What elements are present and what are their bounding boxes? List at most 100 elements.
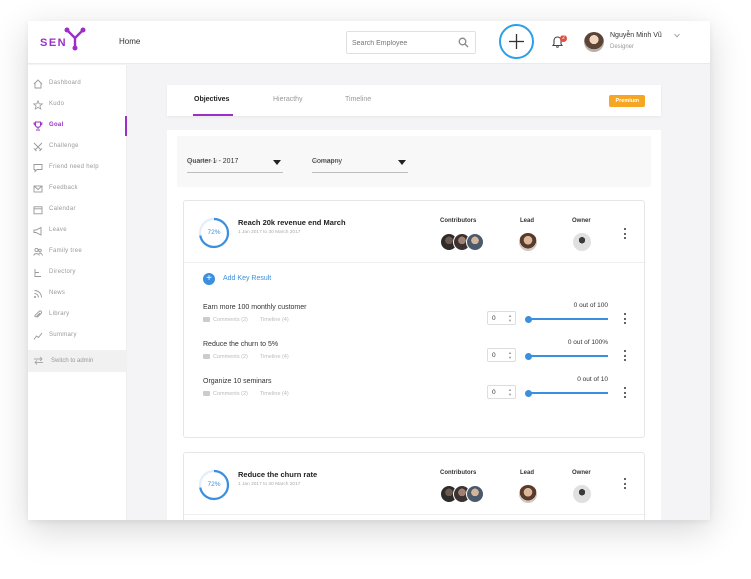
user-avatar[interactable] bbox=[584, 32, 604, 52]
logo[interactable]: SEN bbox=[40, 27, 86, 57]
quantity-stepper[interactable]: 0 ▲ ▼ bbox=[487, 385, 516, 399]
sidebar-item-feedback[interactable]: Feedback bbox=[28, 181, 127, 197]
star-icon bbox=[33, 100, 43, 110]
period-select[interactable]: View objective of Quarter 1 - 2017 bbox=[187, 149, 283, 173]
lead-avatar[interactable] bbox=[519, 485, 537, 503]
lead-avatar[interactable] bbox=[519, 233, 537, 251]
progress-slider[interactable] bbox=[525, 389, 608, 397]
key-result-row: Reduce the churn to 5% Comments (2) Timel… bbox=[184, 339, 646, 371]
sidebar-item-challenge[interactable]: Challenge bbox=[28, 139, 127, 155]
notification-badge: 2 bbox=[560, 35, 567, 42]
objective-header: 72% Reduce the churn rate 1 Jan 2017 to … bbox=[184, 453, 646, 515]
sidebar-item-label: Directory bbox=[49, 269, 76, 275]
select-underline bbox=[312, 172, 408, 173]
nav-home-link[interactable]: Home bbox=[119, 37, 140, 46]
key-result-progress-text: 0 out of 100% bbox=[567, 339, 608, 346]
timeline-link[interactable]: Timeline (4) bbox=[260, 317, 289, 323]
key-result-row: Organize 10 seminars Comments (2) Timelin… bbox=[184, 376, 646, 408]
sidebar-item-library[interactable]: Library bbox=[28, 307, 127, 323]
calendar-icon bbox=[33, 206, 43, 215]
stepper-value: 0 bbox=[492, 352, 496, 359]
objective-card: 72% Reduce the churn rate 1 Jan 2017 to … bbox=[183, 452, 646, 520]
sidebar-item-label: Leave bbox=[49, 227, 67, 233]
lead-label: Lead bbox=[520, 218, 535, 224]
lead-label: Lead bbox=[520, 470, 535, 476]
rss-icon bbox=[34, 290, 42, 298]
home-icon bbox=[33, 79, 43, 89]
key-result-row: Earn more 100 monthly customer Comments … bbox=[184, 302, 646, 334]
search-box[interactable] bbox=[346, 31, 476, 54]
sidebar-item-kudo[interactable]: Kudo bbox=[28, 97, 127, 113]
switch-to-admin[interactable]: Switch to admin bbox=[28, 350, 127, 372]
user-name[interactable]: Nguyễn Minh Vũ bbox=[610, 32, 662, 39]
objective-title[interactable]: Reach 20k revenue end March bbox=[238, 218, 346, 227]
sidebar-item-summary[interactable]: Summary bbox=[28, 328, 127, 344]
trophy-icon bbox=[33, 121, 43, 131]
progress-value: 72% bbox=[207, 229, 221, 236]
tab-timeline[interactable]: Timeline bbox=[345, 96, 371, 103]
sidebar-item-directory[interactable]: Directory bbox=[28, 265, 127, 281]
search-input[interactable] bbox=[352, 37, 452, 49]
sidebar-item-calendar[interactable]: Calendar bbox=[28, 202, 127, 218]
tab-hierarchy[interactable]: Hieracthy bbox=[273, 96, 303, 103]
sidebar-item-family-tree[interactable]: Family tree bbox=[28, 244, 127, 260]
key-result-meta: Comments (2) Timeline (4) bbox=[203, 354, 289, 360]
caret-down-icon bbox=[398, 160, 406, 165]
stepper-arrows-icon[interactable]: ▲ ▼ bbox=[508, 387, 512, 397]
sidebar-item-dashboard[interactable]: Dashboard bbox=[28, 76, 127, 92]
more-options-icon[interactable] bbox=[622, 228, 628, 240]
tree-icon bbox=[34, 269, 41, 277]
premium-badge[interactable]: Premium bbox=[609, 95, 645, 107]
top-bar: SEN Home Search Employee 2 Nguyễn Minh V… bbox=[28, 21, 710, 64]
comments-link[interactable]: Comments (2) bbox=[213, 354, 248, 360]
slider-handle[interactable] bbox=[525, 389, 532, 397]
sidebar-item-goal[interactable]: Goal bbox=[28, 116, 127, 136]
key-result-meta: Comments (2) Timeline (4) bbox=[203, 317, 289, 323]
plus-circle-icon: + bbox=[203, 273, 215, 285]
sidebar-item-label: Friend need help bbox=[49, 164, 99, 170]
contributors-avatars[interactable] bbox=[440, 233, 488, 251]
sidebar-item-leave[interactable]: Leave bbox=[28, 223, 127, 239]
owner-avatar[interactable] bbox=[573, 233, 591, 251]
sidebar-item-label: Library bbox=[49, 311, 70, 317]
stepper-arrows-icon[interactable]: ▲ ▼ bbox=[508, 313, 512, 323]
comment-icon bbox=[203, 317, 210, 323]
owner-avatar[interactable] bbox=[573, 485, 591, 503]
sidebar-item-friend-need-help[interactable]: Friend need help bbox=[28, 160, 127, 176]
quantity-stepper[interactable]: 0 ▲ ▼ bbox=[487, 348, 516, 362]
more-options-icon[interactable] bbox=[622, 478, 628, 490]
comments-link[interactable]: Comments (2) bbox=[213, 391, 248, 397]
stepper-arrows-icon[interactable]: ▲ ▼ bbox=[508, 350, 512, 360]
slider-handle[interactable] bbox=[525, 315, 532, 323]
more-options-icon[interactable] bbox=[622, 313, 628, 325]
contributors-label: Contributors bbox=[440, 470, 477, 476]
sidebar-item-label: Dashboard bbox=[49, 80, 82, 86]
swords-icon bbox=[33, 142, 43, 152]
more-options-icon[interactable] bbox=[622, 387, 628, 399]
timeline-link[interactable]: Timeline (4) bbox=[260, 354, 289, 360]
objective-date: 1 Jan 2017 to 30 March 2017 bbox=[238, 482, 301, 487]
timeline-link[interactable]: Timeline (4) bbox=[260, 391, 289, 397]
more-options-icon[interactable] bbox=[622, 350, 628, 362]
slider-handle[interactable] bbox=[525, 352, 532, 360]
add-button[interactable] bbox=[499, 24, 534, 59]
contributors-avatars[interactable] bbox=[440, 485, 488, 503]
caret-down-icon bbox=[273, 160, 281, 165]
objective-title[interactable]: Reduce the churn rate bbox=[238, 470, 317, 479]
objective-header: 72% Reach 20k revenue end March 1 Jan 20… bbox=[184, 201, 646, 263]
objective-card: 72% Reach 20k revenue end March 1 Jan 20… bbox=[183, 200, 646, 438]
search-icon[interactable] bbox=[458, 37, 469, 48]
avatar bbox=[466, 485, 484, 503]
comments-link[interactable]: Comments (2) bbox=[213, 317, 248, 323]
chevron-down-icon[interactable] bbox=[674, 33, 680, 38]
tab-objectives[interactable]: Objectives bbox=[194, 96, 229, 103]
stepper-value: 0 bbox=[492, 389, 496, 396]
progress-slider[interactable] bbox=[525, 315, 608, 323]
scope-select[interactable]: List objective of Comapny bbox=[312, 149, 408, 173]
sidebar-item-news[interactable]: News bbox=[28, 286, 127, 302]
switch-admin-label: Switch to admin bbox=[51, 358, 94, 364]
progress-slider[interactable] bbox=[525, 352, 608, 360]
progress-value: 72% bbox=[207, 481, 221, 488]
key-result-title: Organize 10 seminars bbox=[203, 378, 272, 385]
quantity-stepper[interactable]: 0 ▲ ▼ bbox=[487, 311, 516, 325]
